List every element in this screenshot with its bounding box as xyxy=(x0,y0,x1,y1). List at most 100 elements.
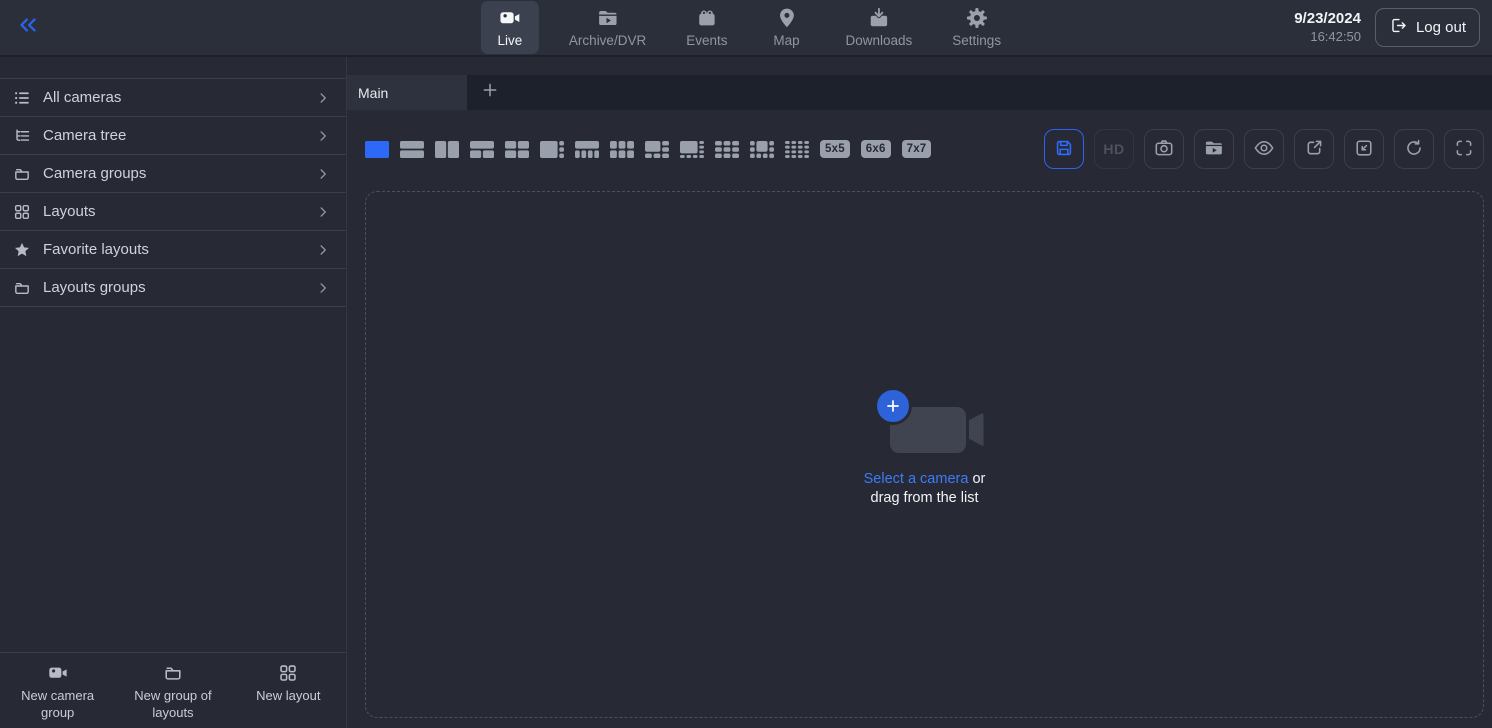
add-camera-plus-icon[interactable] xyxy=(874,387,912,425)
new-layout-button[interactable]: New layout xyxy=(231,662,346,722)
layout-1-plus-4-button[interactable] xyxy=(575,137,599,161)
layout-picker: 5x5 6x6 7x7 xyxy=(365,137,931,161)
nav-item-label: Live xyxy=(498,33,523,48)
layout-1-plus-8-button[interactable] xyxy=(750,137,774,161)
sidebar-item-camera-tree[interactable]: Camera tree xyxy=(0,117,346,155)
layout-7x7-button[interactable]: 7x7 xyxy=(902,140,932,158)
sidebar-item-label: Favorite layouts xyxy=(43,241,149,258)
layout-3x2-button[interactable] xyxy=(610,137,634,161)
fullscreen-icon xyxy=(1453,137,1475,162)
snapshot-button[interactable] xyxy=(1144,129,1184,169)
download-icon xyxy=(867,6,891,30)
tab-main[interactable]: Main xyxy=(347,75,467,110)
export-icon xyxy=(1303,137,1325,162)
refresh-icon xyxy=(1403,137,1425,162)
nav-item-events[interactable]: Events xyxy=(676,1,737,54)
add-camera-graphic[interactable] xyxy=(869,394,981,458)
empty-state-or: or xyxy=(972,471,985,487)
gear-icon xyxy=(965,6,989,30)
folder-icon xyxy=(162,662,184,684)
empty-state-line2: drag from the list xyxy=(871,490,979,506)
footer-button-label: New camera group xyxy=(8,687,108,722)
empty-state-text: Select a camera or drag from the list xyxy=(864,470,986,508)
footer-button-label: New layout xyxy=(256,687,320,705)
sidebar-item-layouts[interactable]: Layouts xyxy=(0,193,346,231)
layout-cell[interactable]: Select a camera or drag from the list xyxy=(365,191,1484,718)
visibility-button[interactable] xyxy=(1244,129,1284,169)
top-bar: Live Archive/DVR Events Map Downloads Setting… xyxy=(0,0,1492,57)
add-tab-button[interactable] xyxy=(467,75,513,110)
photo-camera-icon xyxy=(1153,137,1175,162)
layout-1x1-button[interactable] xyxy=(365,137,389,161)
logout-label: Log out xyxy=(1416,19,1466,36)
tree-icon xyxy=(12,126,32,146)
grid-icon xyxy=(12,202,32,222)
sidebar-footer: New camera group New group of layouts New … xyxy=(0,652,346,728)
nav-item-live[interactable]: Live xyxy=(481,1,539,54)
chevron-right-icon xyxy=(314,241,332,259)
refresh-button[interactable] xyxy=(1394,129,1434,169)
eye-icon xyxy=(1253,137,1275,162)
new-group-of-layouts-button[interactable]: New group of layouts xyxy=(115,662,230,722)
layout-1-plus-5-button[interactable] xyxy=(645,137,669,161)
select-camera-link[interactable]: Select a camera xyxy=(864,471,969,487)
chevrons-left-icon xyxy=(15,12,41,43)
fullscreen-button[interactable] xyxy=(1444,129,1484,169)
hd-button: HD xyxy=(1094,129,1134,169)
view-actions: HD xyxy=(1044,129,1484,169)
layout-5x5-button[interactable]: 5x5 xyxy=(820,140,850,158)
layout-1-plus-2-button[interactable] xyxy=(470,137,494,161)
sidebar-item-label: Camera groups xyxy=(43,165,146,182)
sidebar-item-layouts-groups[interactable]: Layouts groups xyxy=(0,269,346,307)
layout-2-cols-button[interactable] xyxy=(435,137,459,161)
sidebar-item-label: Camera tree xyxy=(43,127,126,144)
plus-icon xyxy=(480,80,500,105)
collapse-sidebar-button[interactable] xyxy=(10,10,46,46)
datetime: 9/23/2024 16:42:50 xyxy=(1294,9,1361,45)
sidebar-item-favorite-layouts[interactable]: Favorite layouts xyxy=(0,231,346,269)
footer-button-label: New group of layouts xyxy=(123,687,223,722)
events-icon xyxy=(695,6,719,30)
map-pin-icon xyxy=(774,6,798,30)
layout-2x2-button[interactable] xyxy=(505,137,529,161)
save-button[interactable] xyxy=(1044,129,1084,169)
current-time: 16:42:50 xyxy=(1294,29,1361,46)
export-button[interactable] xyxy=(1294,129,1334,169)
sidebar-item-label: Layouts xyxy=(43,203,96,220)
list-icon xyxy=(12,88,32,108)
sidebar-item-label: Layouts groups xyxy=(43,279,146,296)
hd-label: HD xyxy=(1103,141,1124,157)
new-camera-group-button[interactable]: New camera group xyxy=(0,662,115,722)
chevron-right-icon xyxy=(314,165,332,183)
view-toolbar: 5x5 6x6 7x7 HD xyxy=(347,110,1492,169)
layout-1-plus-7-button[interactable] xyxy=(680,137,704,161)
sidebar: All cameras Camera tree Camera groups Layou… xyxy=(0,57,347,728)
layout-1-plus-3-button[interactable] xyxy=(540,137,564,161)
sidebar-item-camera-groups[interactable]: Camera groups xyxy=(0,155,346,193)
layout-2-rows-button[interactable] xyxy=(400,137,424,161)
nav-item-label: Events xyxy=(686,33,727,48)
nav-item-map[interactable]: Map xyxy=(757,1,815,54)
topbar-right: 9/23/2024 16:42:50 Log out xyxy=(1294,8,1492,47)
sidebar-item-all-cameras[interactable]: All cameras xyxy=(0,79,346,117)
shrink-icon xyxy=(1353,137,1375,162)
chevron-right-icon xyxy=(314,89,332,107)
floppy-icon xyxy=(1053,137,1075,162)
folder-icon xyxy=(12,164,32,184)
minimize-button[interactable] xyxy=(1344,129,1384,169)
layout-4x4-button[interactable] xyxy=(785,137,809,161)
layout-6x6-button[interactable]: 6x6 xyxy=(861,140,891,158)
folder-icon xyxy=(12,278,32,298)
nav-item-label: Map xyxy=(773,33,799,48)
nav-item-settings[interactable]: Settings xyxy=(942,1,1011,54)
nav-item-downloads[interactable]: Downloads xyxy=(835,1,922,54)
current-date: 9/23/2024 xyxy=(1294,9,1361,29)
folder-play-icon xyxy=(1203,137,1225,162)
open-archive-button[interactable] xyxy=(1194,129,1234,169)
layout-3x3-button[interactable] xyxy=(715,137,739,161)
logout-button[interactable]: Log out xyxy=(1375,8,1480,47)
nav-item-archive-dvr[interactable]: Archive/DVR xyxy=(559,1,656,54)
logout-icon xyxy=(1389,16,1408,39)
star-icon xyxy=(12,240,32,260)
video-camera-icon xyxy=(498,6,522,30)
